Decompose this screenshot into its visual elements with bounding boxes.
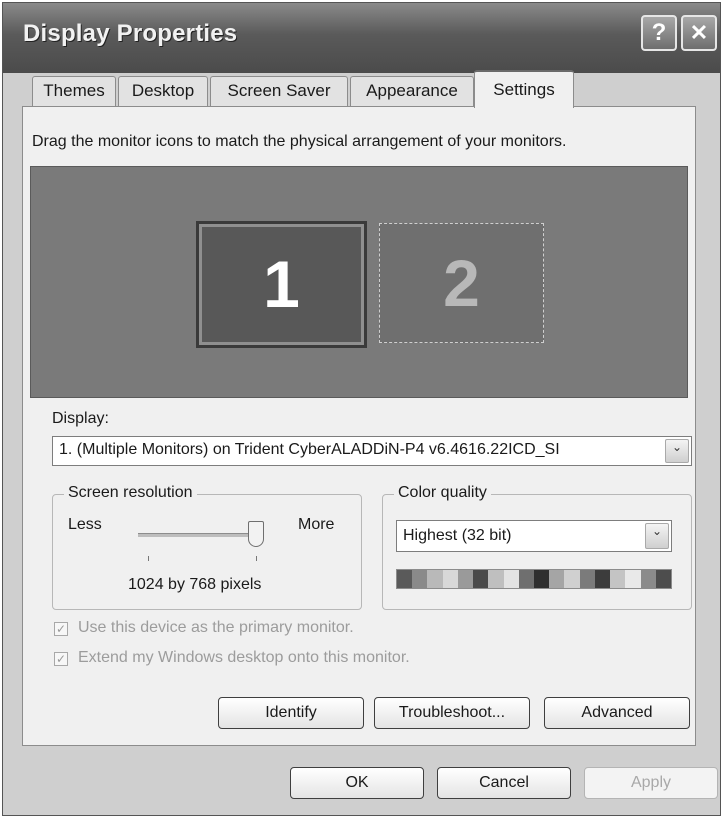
slider-tick — [256, 556, 257, 561]
apply-button[interactable]: Apply — [584, 767, 718, 799]
help-button[interactable]: ? — [641, 15, 677, 51]
chevron-down-icon[interactable]: ⌄ — [665, 439, 689, 463]
color-swatch — [579, 570, 595, 588]
monitor-1-icon[interactable]: 1 — [196, 221, 367, 348]
resolution-more-label: More — [298, 516, 335, 533]
monitor-2-icon[interactable]: 2 — [379, 223, 544, 343]
color-swatch — [503, 570, 519, 588]
resolution-less-label: Less — [68, 516, 102, 533]
primary-monitor-checkbox[interactable]: ✓ — [54, 622, 68, 636]
color-swatch — [412, 570, 428, 588]
tab-settings[interactable]: Settings — [474, 70, 574, 108]
color-quality-select[interactable]: Highest (32 bit) ⌄ — [396, 520, 672, 552]
tab-desktop[interactable]: Desktop — [118, 76, 208, 106]
display-label: Display: — [52, 410, 109, 427]
color-swatch — [518, 570, 534, 588]
resolution-slider-thumb[interactable] — [248, 521, 264, 547]
slider-tick — [148, 556, 149, 561]
color-swatch — [549, 570, 565, 588]
color-swatch — [610, 570, 626, 588]
primary-monitor-label: Use this device as the primary monitor. — [78, 619, 354, 636]
extend-desktop-label: Extend my Windows desktop onto this moni… — [78, 649, 410, 666]
tab-screen-saver[interactable]: Screen Saver — [210, 76, 348, 106]
close-button[interactable]: ✕ — [681, 15, 717, 51]
title-bar[interactable]: Display Properties ? ✕ — [3, 3, 720, 73]
color-swatch — [457, 570, 474, 588]
display-select-value: 1. (Multiple Monitors) on Trident CyberA… — [59, 441, 560, 458]
color-swatch — [594, 570, 611, 588]
color-preview-bar — [396, 569, 672, 589]
color-swatch — [488, 570, 504, 588]
color-swatch — [427, 570, 443, 588]
color-swatch — [533, 570, 550, 588]
instruction-text: Drag the monitor icons to match the phys… — [32, 133, 567, 150]
resolution-slider-track[interactable] — [138, 533, 262, 537]
color-swatch — [397, 570, 413, 588]
color-quality-label: Color quality — [394, 484, 491, 502]
screen-resolution-label: Screen resolution — [64, 484, 197, 502]
color-swatch — [442, 570, 458, 588]
tab-themes[interactable]: Themes — [32, 76, 116, 106]
color-quality-group — [382, 494, 692, 610]
ok-button[interactable]: OK — [290, 767, 424, 799]
color-swatch — [655, 570, 671, 588]
advanced-button[interactable]: Advanced — [544, 697, 690, 729]
color-swatch — [564, 570, 580, 588]
window-title: Display Properties — [23, 20, 238, 47]
color-swatch — [473, 570, 489, 588]
display-select[interactable]: 1. (Multiple Monitors) on Trident CyberA… — [52, 436, 692, 466]
troubleshoot-button[interactable]: Troubleshoot... — [374, 697, 530, 729]
tab-appearance[interactable]: Appearance — [350, 76, 474, 106]
identify-button[interactable]: Identify — [218, 697, 364, 729]
extend-desktop-checkbox[interactable]: ✓ — [54, 652, 68, 666]
color-quality-value: Highest (32 bit) — [403, 527, 512, 544]
color-swatch — [640, 570, 656, 588]
resolution-value: 1024 by 768 pixels — [128, 576, 262, 593]
chevron-down-icon[interactable]: ⌄ — [645, 523, 669, 549]
color-swatch — [625, 570, 641, 588]
cancel-button[interactable]: Cancel — [437, 767, 571, 799]
